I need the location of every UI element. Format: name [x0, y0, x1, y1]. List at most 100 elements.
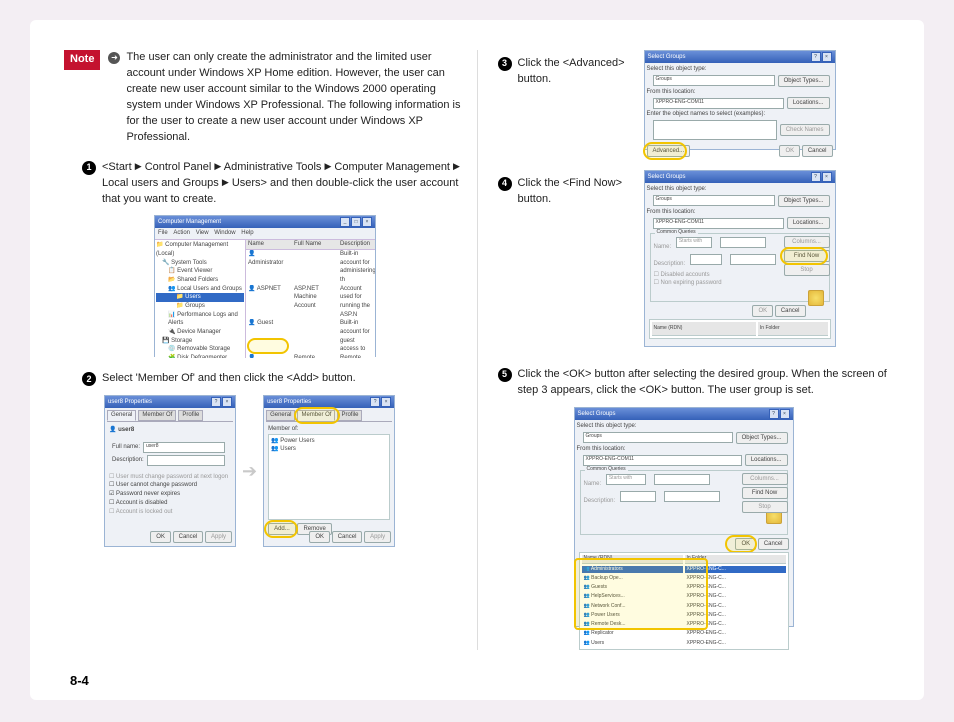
tree-node[interactable]: Shared Folders [177, 277, 218, 283]
close-icon[interactable]: × [780, 409, 790, 419]
combo-namestarts: Starts with [606, 474, 646, 485]
col-name[interactable]: Name (RDN) [652, 322, 756, 336]
apply-button[interactable]: Apply [205, 531, 232, 543]
menu-help[interactable]: Help [241, 230, 253, 236]
help-icon[interactable]: ? [769, 409, 779, 419]
input-location: XPPRO-ENG-COM11 [653, 98, 784, 109]
table-row[interactable]: 👥 UsersXPPRO-ENG-C... [582, 640, 786, 647]
tab-profile[interactable]: Profile [337, 410, 362, 421]
tree-node[interactable]: System Tools [171, 260, 207, 266]
cancel-button[interactable]: Cancel [332, 531, 363, 543]
tree-root[interactable]: Computer Management (Local) [156, 242, 228, 257]
ok-button[interactable]: OK [150, 531, 171, 543]
tree-node[interactable]: Storage [171, 338, 192, 344]
tree-node[interactable]: Device Manager [177, 329, 221, 335]
close-icon[interactable]: × [381, 397, 391, 407]
close-icon[interactable]: × [822, 52, 832, 62]
cancel-button[interactable]: Cancel [173, 531, 204, 543]
locations-button[interactable]: Locations... [745, 454, 788, 466]
tree-node[interactable]: Groups [185, 303, 205, 309]
apply-button[interactable]: Apply [364, 531, 391, 543]
tab-memberof[interactable]: Member Of [138, 410, 176, 421]
input-objtype: Groups [583, 432, 733, 443]
tree-node[interactable]: Removable Storage [177, 346, 230, 352]
table-row[interactable]: 👤 ASPNETASP.NET Machine AccountAccount u… [246, 285, 375, 320]
window-title: Select Groups [648, 53, 686, 62]
table-row[interactable]: 👤 HelpAssistantRemote Desktop Help Assis… [246, 354, 375, 358]
cancel-button[interactable]: Cancel [802, 145, 833, 157]
input-desc [664, 491, 720, 502]
locations-button[interactable]: Locations... [787, 97, 830, 109]
label-objtype: Select this object type: [647, 185, 833, 194]
label-fromloc: From this location: [647, 208, 833, 217]
help-icon[interactable]: ? [211, 397, 221, 407]
tab-general[interactable]: General [107, 410, 136, 421]
cancel-button[interactable]: Cancel [758, 538, 789, 550]
arrow-right-icon: ➜ [108, 52, 120, 64]
tab-general[interactable]: General [266, 410, 295, 421]
tree-node[interactable]: Performance Logs and Alerts [168, 312, 238, 327]
tree-node[interactable]: Local Users and Groups [177, 286, 242, 292]
input-name [720, 237, 766, 248]
cb-disabled[interactable]: Account is disabled [116, 500, 168, 506]
tree-node-users[interactable]: Users [185, 294, 201, 300]
ok-button[interactable]: OK [752, 305, 773, 317]
object-types-button[interactable]: Object Types... [778, 75, 830, 87]
cb-mustchange[interactable]: User must change password at next logon [116, 474, 228, 480]
combo-descstarts [620, 491, 656, 502]
step-5-text: Click the <OK> button after selecting th… [518, 367, 891, 399]
list-item[interactable]: Users [280, 446, 296, 452]
ok-button[interactable]: OK [309, 531, 330, 543]
cb-cannotchange[interactable]: User cannot change password [116, 482, 197, 488]
menu-file[interactable]: File [158, 230, 168, 236]
stop-button[interactable]: Stop [784, 264, 830, 276]
table-row[interactable]: 👤 AdministratorBuilt-in account for admi… [246, 250, 375, 285]
step-3: 3 Click the <Advanced> button. [498, 56, 644, 88]
maximize-icon[interactable]: □ [351, 217, 361, 227]
menu-window[interactable]: Window [214, 230, 235, 236]
window-title: Select Groups [578, 410, 616, 419]
list-item[interactable]: Power Users [280, 438, 314, 444]
cancel-button[interactable]: Cancel [775, 305, 806, 317]
close-icon[interactable]: × [362, 217, 372, 227]
label-name: Name: [654, 244, 672, 250]
cb-nonexp: Non expiring password [661, 280, 722, 286]
combo-namestarts: Starts with [676, 237, 712, 248]
object-types-button[interactable]: Object Types... [778, 195, 830, 207]
step-number-3: 3 [498, 57, 512, 71]
close-icon[interactable]: × [222, 397, 232, 407]
tree-pane: 📁 Computer Management (Local) 🔧 System T… [155, 240, 246, 358]
input-names[interactable] [653, 120, 777, 140]
table-row[interactable]: 👥 ReplicatorXPPRO-ENG-C... [582, 630, 786, 637]
col-desc[interactable]: Description [338, 240, 375, 249]
step-number-4: 4 [498, 177, 512, 191]
close-icon[interactable]: × [822, 172, 832, 182]
help-icon[interactable]: ? [370, 397, 380, 407]
user-icon-label: user8 [118, 427, 134, 433]
step-2-text: Select 'Member Of' and then click the <A… [102, 371, 461, 387]
object-types-button[interactable]: Object Types... [736, 432, 788, 444]
help-icon[interactable]: ? [811, 52, 821, 62]
tree-node[interactable]: Event Viewer [177, 268, 212, 274]
col-name[interactable]: Name [246, 240, 292, 249]
tree-node[interactable]: Disk Defragmenter [177, 355, 227, 358]
input-fullname[interactable]: user8 [143, 442, 225, 453]
locations-button[interactable]: Locations... [787, 217, 830, 229]
minimize-icon[interactable]: _ [340, 217, 350, 227]
ok-button[interactable]: OK [779, 145, 800, 157]
input-desc[interactable] [147, 455, 225, 466]
tab-profile[interactable]: Profile [178, 410, 203, 421]
col-fullname[interactable]: Full Name [292, 240, 338, 249]
label-fromloc: From this location: [577, 445, 791, 454]
label-fullname: Full name: [112, 443, 140, 452]
col-folder[interactable]: In Folder [758, 322, 828, 336]
stop-button[interactable]: Stop [742, 501, 788, 513]
cb-neverexpire[interactable]: Password never expires [116, 491, 180, 497]
help-icon[interactable]: ? [811, 172, 821, 182]
check-names-button[interactable]: Check Names [780, 124, 830, 136]
columns-button[interactable]: Columns... [742, 473, 788, 485]
menu-view[interactable]: View [196, 230, 209, 236]
menu-action[interactable]: Action [173, 230, 190, 236]
screenshot-select-groups-basic: Select Groups?× Select this object type:… [644, 50, 836, 150]
find-now-button[interactable]: Find Now [742, 487, 788, 499]
